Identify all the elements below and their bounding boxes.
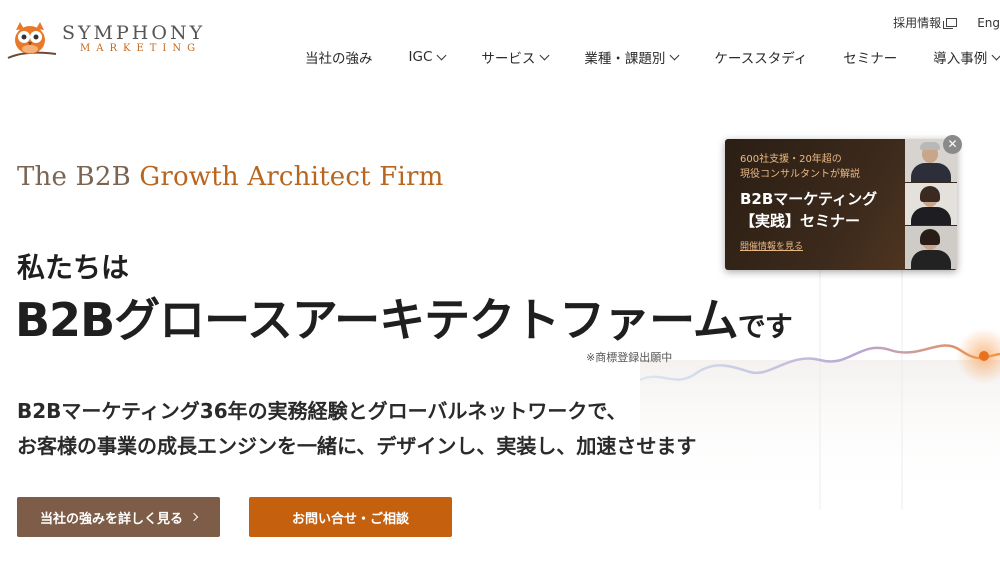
chevron-down-icon — [436, 50, 447, 60]
external-link-icon — [943, 18, 958, 29]
close-icon[interactable]: ✕ — [943, 135, 962, 154]
chevron-down-icon — [539, 50, 550, 60]
hero-lead: B2Bマーケティング36年の実務経験とグローバルネットワークで、 お客様の事業の… — [17, 394, 696, 464]
chevron-down-icon — [669, 50, 680, 60]
seminar-title-line: B2Bマーケティング — [740, 190, 878, 208]
nav-item-seminars[interactable]: セミナー — [843, 47, 897, 67]
strengths-button[interactable]: 当社の強みを詳しく見る — [17, 497, 220, 537]
utility-links: 採用情報 Eng — [893, 14, 1000, 31]
seminar-subtitle: 600社支援・20年超の 現役コンサルタントが解説 — [740, 152, 910, 182]
hero-heading-main: B2Bグロースアーキテクトファーム — [15, 293, 739, 347]
nav-label: サービス — [481, 51, 536, 67]
seminar-banner[interactable]: 600社支援・20年超の 現役コンサルタントが解説 B2Bマーケティング 【実践… — [725, 139, 957, 270]
seminar-details-link[interactable]: 開催情報を見る — [740, 239, 910, 252]
nav-item-igc[interactable]: IGC — [408, 47, 447, 67]
brand-subname: MARKETING — [80, 43, 202, 54]
chevron-right-icon — [189, 512, 199, 522]
nav-label: IGC — [408, 49, 433, 65]
seminar-title-line: 【実践】セミナー — [740, 212, 861, 230]
nav-label: 導入事例 — [933, 51, 988, 67]
brand-name: SYMPHONY — [62, 22, 206, 44]
lead-line: お客様の事業の成長エンジンを一緒に、デザインし、実装し、加速させます — [17, 434, 697, 458]
speaker-photos — [905, 139, 957, 270]
seminar-title: B2Bマーケティング 【実践】セミナー — [740, 188, 910, 232]
tagline-prefix: The B2B — [17, 162, 140, 192]
lead-line: B2Bマーケティング36年の実務経験とグローバルネットワークで、 — [17, 399, 627, 423]
contact-button[interactable]: お問い合せ・ご相談 — [249, 497, 452, 537]
tagline-accent: Growth Architect Firm — [139, 162, 444, 192]
recruit-label: 採用情報 — [893, 16, 942, 30]
nav-item-industries[interactable]: 業種・課題別 — [584, 47, 680, 67]
nav-item-case-studies[interactable]: ケーススタディ — [714, 47, 807, 67]
strengths-button-label: 当社の強みを詳しく見る — [39, 511, 183, 527]
seminar-subtitle-line: 現役コンサルタントが解説 — [740, 169, 860, 180]
seminar-subtitle-line: 600社支援・20年超の — [740, 154, 842, 165]
chevron-down-icon — [991, 50, 1000, 60]
hero-heading-intro: 私たちは — [17, 251, 130, 284]
trademark-note: ※商標登録出願中 — [586, 351, 673, 364]
language-switch[interactable]: Eng — [977, 14, 1000, 31]
nav-item-strengths[interactable]: 当社の強み — [305, 47, 373, 67]
speaker-photo — [905, 182, 957, 227]
speaker-photo — [905, 226, 957, 270]
nav-item-services[interactable]: サービス — [481, 47, 550, 67]
nav-label: セミナー — [843, 51, 898, 67]
hero-heading: B2Bグロースアーキテクトファームです — [15, 284, 793, 350]
hero-tagline: The B2B Growth Architect Firm — [17, 162, 444, 192]
hero-heading-suffix: です — [737, 310, 793, 343]
site-logo[interactable]: SYMPHONY MARKETING — [6, 14, 205, 64]
nav-label: 業種・課題別 — [584, 51, 666, 67]
nav-label: ケーススタディ — [714, 51, 808, 67]
owl-logo-icon — [7, 22, 57, 59]
main-nav: 当社の強み IGC サービス 業種・課題別 ケーススタディ セミナー 導入事例 — [305, 47, 1000, 67]
contact-button-label: お問い合せ・ご相談 — [291, 511, 409, 527]
recruit-link[interactable]: 採用情報 — [893, 14, 958, 31]
nav-item-customer-cases[interactable]: 導入事例 — [933, 47, 1000, 67]
nav-label: 当社の強み — [305, 51, 373, 67]
